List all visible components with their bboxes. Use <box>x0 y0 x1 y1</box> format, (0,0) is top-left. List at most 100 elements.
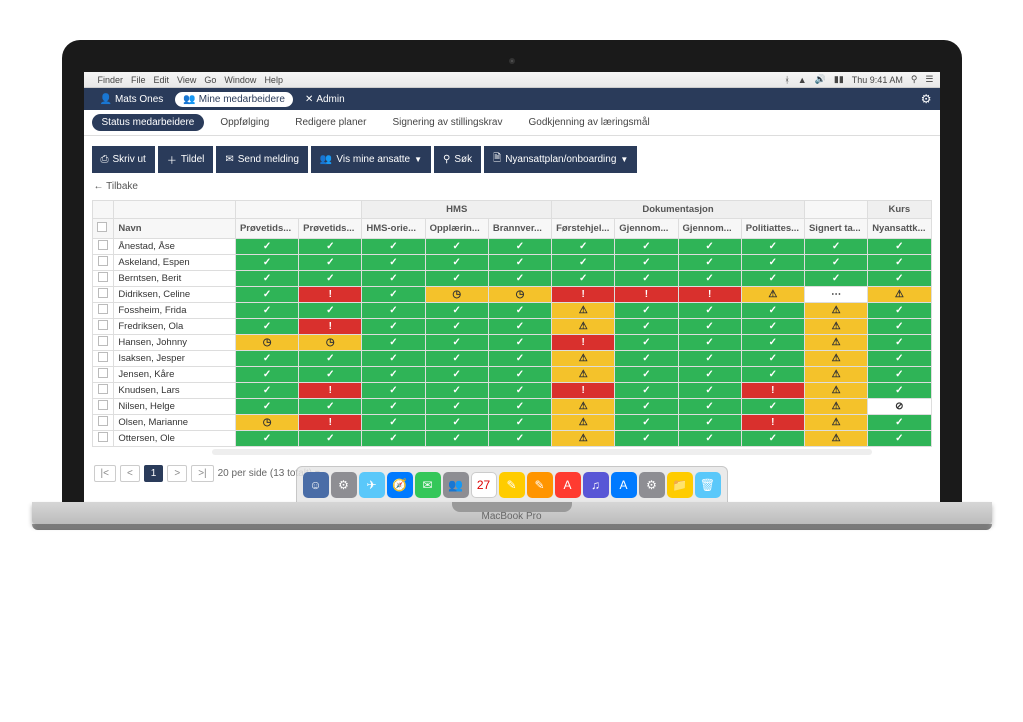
status-cell[interactable]: ✓ <box>235 319 298 335</box>
status-cell[interactable]: ! <box>299 287 362 303</box>
status-cell[interactable]: ✓ <box>425 319 488 335</box>
status-cell[interactable]: ✓ <box>425 271 488 287</box>
status-cell[interactable]: ✓ <box>741 271 804 287</box>
status-cell[interactable]: ✓ <box>615 383 678 399</box>
back-link[interactable]: ← Tilbake <box>84 179 940 200</box>
dock-app-icon[interactable]: 27 <box>471 472 497 498</box>
status-cell[interactable]: ✓ <box>488 399 551 415</box>
status-cell[interactable]: ✓ <box>615 351 678 367</box>
status-cell[interactable]: ✓ <box>868 351 931 367</box>
dock-app-icon[interactable]: A <box>611 472 637 498</box>
status-cell[interactable]: ✓ <box>235 271 298 287</box>
status-cell[interactable]: ✓ <box>615 271 678 287</box>
status-cell[interactable]: ✓ <box>678 351 741 367</box>
status-cell[interactable]: ✓ <box>425 335 488 351</box>
row-checkbox[interactable] <box>98 256 108 266</box>
employee-name[interactable]: Knudsen, Lars <box>114 383 236 399</box>
status-cell[interactable]: ! <box>552 287 615 303</box>
status-cell[interactable]: ✓ <box>362 239 425 255</box>
status-cell[interactable]: ✓ <box>868 367 931 383</box>
row-checkbox[interactable] <box>98 416 108 426</box>
status-cell[interactable]: ✓ <box>299 271 362 287</box>
employee-name[interactable]: Askeland, Espen <box>114 255 236 271</box>
topnav-mats-ones[interactable]: 👤Mats Ones <box>92 92 172 107</box>
status-cell[interactable]: ✓ <box>678 367 741 383</box>
send-button[interactable]: ✉Send melding <box>216 146 308 173</box>
status-cell[interactable]: ✓ <box>488 415 551 431</box>
status-cell[interactable]: ✓ <box>678 255 741 271</box>
print-button[interactable]: ⎙Skriv ut <box>92 146 155 173</box>
clock[interactable]: Thu 9:41 AM <box>852 75 903 85</box>
status-cell[interactable]: ✓ <box>425 399 488 415</box>
status-cell[interactable]: ✓ <box>488 367 551 383</box>
status-cell[interactable]: ⚠ <box>552 303 615 319</box>
status-cell[interactable]: ✓ <box>362 303 425 319</box>
employee-name[interactable]: Ottersen, Ole <box>114 431 236 447</box>
status-cell[interactable]: ⚠ <box>804 303 867 319</box>
status-cell[interactable]: ✓ <box>804 271 867 287</box>
status-cell[interactable]: ✓ <box>678 335 741 351</box>
dock-app-icon[interactable]: 🧭 <box>387 472 413 498</box>
dock-app-icon[interactable]: ☺ <box>303 472 329 498</box>
status-cell[interactable]: ⚠ <box>552 415 615 431</box>
status-cell[interactable]: ✓ <box>299 239 362 255</box>
status-cell[interactable]: ✓ <box>425 383 488 399</box>
status-cell[interactable]: ✓ <box>299 431 362 447</box>
status-cell[interactable]: ✓ <box>425 431 488 447</box>
subnav-oppf-lging[interactable]: Oppfølging <box>210 114 279 131</box>
employee-name[interactable]: Berntsen, Berit <box>114 271 236 287</box>
status-cell[interactable]: ⚠ <box>552 367 615 383</box>
status-cell[interactable]: ⚠ <box>804 399 867 415</box>
row-checkbox[interactable] <box>98 432 108 442</box>
status-cell[interactable]: ✓ <box>868 239 931 255</box>
employee-name[interactable]: Olsen, Marianne <box>114 415 236 431</box>
page-last[interactable]: >| <box>191 465 213 482</box>
subnav-godkjenning-av-l-ringsm-l[interactable]: Godkjenning av læringsmål <box>519 114 660 131</box>
status-cell[interactable]: ◷ <box>299 335 362 351</box>
notif-icon[interactable]: ☰ <box>925 74 933 85</box>
status-cell[interactable]: ✓ <box>678 303 741 319</box>
status-cell[interactable]: ✓ <box>615 239 678 255</box>
status-cell[interactable]: ⚠ <box>804 367 867 383</box>
status-cell[interactable]: ✓ <box>235 303 298 319</box>
status-cell[interactable]: ✓ <box>868 415 931 431</box>
status-cell[interactable]: ✓ <box>868 335 931 351</box>
employee-name[interactable]: Didriksen, Celine <box>114 287 236 303</box>
status-cell[interactable]: ✓ <box>868 303 931 319</box>
status-cell[interactable]: ⋯ <box>804 287 867 303</box>
row-checkbox[interactable] <box>98 400 108 410</box>
status-cell[interactable]: ! <box>615 287 678 303</box>
column-header[interactable]: Politiattes... <box>741 219 804 239</box>
status-cell[interactable]: ✓ <box>488 335 551 351</box>
status-cell[interactable]: ✓ <box>362 335 425 351</box>
status-cell[interactable]: ◷ <box>425 287 488 303</box>
status-cell[interactable]: ✓ <box>299 303 362 319</box>
employee-name[interactable]: Nilsen, Helge <box>114 399 236 415</box>
status-cell[interactable]: ✓ <box>552 271 615 287</box>
status-cell[interactable]: ✓ <box>488 431 551 447</box>
dock-app-icon[interactable]: ✉ <box>415 472 441 498</box>
dock-app-icon[interactable]: ✎ <box>527 472 553 498</box>
status-cell[interactable]: ✓ <box>235 383 298 399</box>
volume-icon[interactable]: 🔊 <box>815 74 826 85</box>
status-cell[interactable]: ✓ <box>741 319 804 335</box>
menu-window[interactable]: Window <box>224 75 256 85</box>
status-cell[interactable]: ! <box>741 415 804 431</box>
status-cell[interactable]: ⚠ <box>741 287 804 303</box>
status-cell[interactable]: ✓ <box>425 303 488 319</box>
column-header[interactable]: Prøvetids... <box>235 219 298 239</box>
dock-app-icon[interactable]: ✎ <box>499 472 525 498</box>
status-cell[interactable]: ✓ <box>235 367 298 383</box>
status-cell[interactable]: ✓ <box>362 319 425 335</box>
status-cell[interactable]: ◷ <box>235 415 298 431</box>
status-cell[interactable]: ✓ <box>741 431 804 447</box>
status-cell[interactable]: ✓ <box>362 415 425 431</box>
column-header[interactable]: Gjennom... <box>678 219 741 239</box>
status-cell[interactable]: ! <box>741 383 804 399</box>
row-checkbox[interactable] <box>98 336 108 346</box>
menu-view[interactable]: View <box>177 75 196 85</box>
page-current[interactable]: 1 <box>144 465 164 482</box>
status-cell[interactable]: ✓ <box>615 319 678 335</box>
employee-name[interactable]: Fossheim, Frida <box>114 303 236 319</box>
status-cell[interactable]: ✓ <box>552 255 615 271</box>
